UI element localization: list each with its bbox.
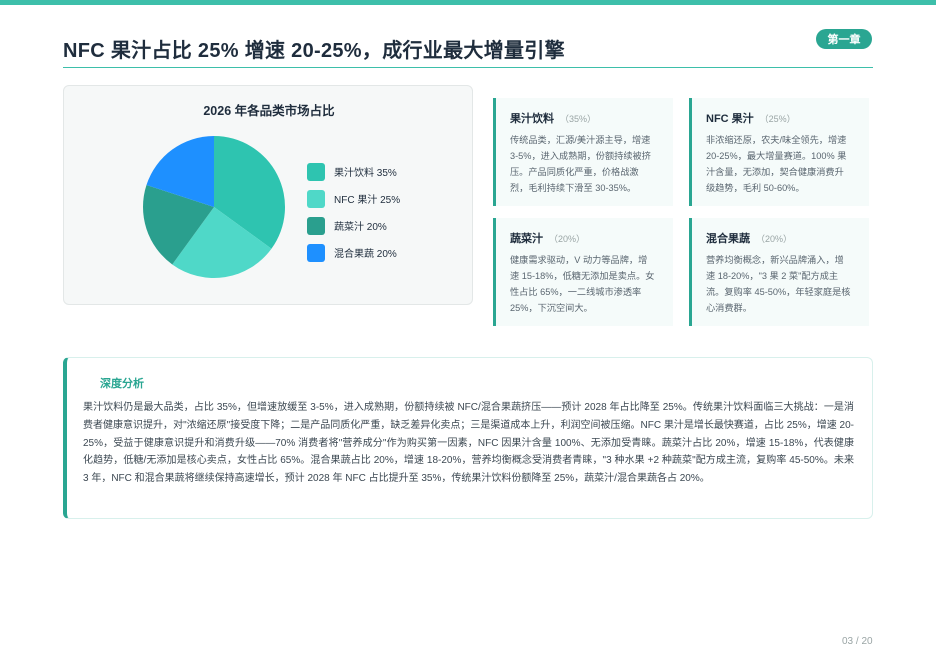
category-share: （35%） xyxy=(560,114,597,124)
desc-line: 20-25%，最大增量赛道。100% 果 xyxy=(706,151,847,161)
pie-chart xyxy=(143,136,285,278)
title-divider xyxy=(63,67,873,68)
category-name: 混合果蔬 xyxy=(706,233,750,245)
analysis-title: 深度分析 xyxy=(100,378,144,390)
category-description: 非浓缩还原，农夫/味全领先，增速 20-25%，最大增量赛道。100% 果 汁含… xyxy=(706,132,857,196)
category-description: 营养均衡概念，新兴品牌涌入，增 速 18-20%，"3 果 2 菜"配方成主 流… xyxy=(706,252,857,316)
category-description: 健康需求驱动，V 动力等品牌，增 速 15-18%，低糖无添加是卖点。女 性占比… xyxy=(510,252,661,316)
category-share: （25%） xyxy=(759,114,796,124)
desc-line: 速 18-20%，"3 果 2 菜"配方成主 xyxy=(706,271,839,281)
category-name: 蔬菜汁 xyxy=(510,233,543,245)
desc-line: 健康需求驱动，V 动力等品牌，增 xyxy=(510,255,648,265)
desc-line: 汁含量，无添加，契合健康消费升 xyxy=(706,167,844,177)
legend-swatch xyxy=(307,189,325,208)
category-name: 果汁饮料 xyxy=(510,113,554,125)
chart-legend: 果汁饮料 35% NFC 果汁 25% 蔬菜汁 20% 混合果蔬 20% xyxy=(307,158,400,266)
category-share: （20%） xyxy=(756,234,793,244)
legend-item: NFC 果汁 25% xyxy=(307,185,400,212)
desc-line: 传统品类，汇源/美汁源主导，增速 xyxy=(510,135,651,145)
category-card-vegetable-juice: 蔬菜汁 （20%） 健康需求驱动，V 动力等品牌，增 速 15-18%，低糖无添… xyxy=(493,218,673,326)
desc-line: 营养均衡概念，新兴品牌涌入，增 xyxy=(706,255,844,265)
legend-item: 果汁饮料 35% xyxy=(307,158,400,185)
chapter-badge: 第一章 xyxy=(816,29,872,49)
desc-line: 性占比 65%，一二线城市渗透率 xyxy=(510,287,642,297)
desc-line: 心消费群。 xyxy=(706,303,752,313)
desc-line: 非浓缩还原，农夫/味全领先，增速 xyxy=(706,135,847,145)
desc-line: 级趋势，毛利 50-60%。 xyxy=(706,183,805,193)
category-share: （20%） xyxy=(549,234,586,244)
desc-line: 25%，下沉空间大。 xyxy=(510,303,593,313)
top-accent-bar xyxy=(0,0,936,5)
category-card-mixed-fruit-veg: 混合果蔬 （20%） 营养均衡概念，新兴品牌涌入，增 速 18-20%，"3 果… xyxy=(689,218,869,326)
desc-line: 压。产品同质化严重，价格战激 xyxy=(510,167,639,177)
legend-label: 混合果蔬 20% xyxy=(334,249,397,260)
legend-item: 蔬菜汁 20% xyxy=(307,212,400,239)
desc-line: 流。复购率 45-50%，年轻家庭是核 xyxy=(706,287,851,297)
desc-line: 速 15-18%，低糖无添加是卖点。女 xyxy=(510,271,655,281)
analysis-body: 果汁饮料仍是最大品类，占比 35%，但增速放缓至 3-5%，进入成熟期，份额持续… xyxy=(83,402,854,485)
legend-label: 蔬菜汁 20% xyxy=(334,222,387,233)
category-name: NFC 果汁 xyxy=(706,113,754,125)
category-description: 传统品类，汇源/美汁源主导，增速 3-5%，进入成熟期，份额持续被挤 压。产品同… xyxy=(510,132,661,196)
desc-line: 3-5%，进入成熟期，份额持续被挤 xyxy=(510,151,651,161)
deep-analysis-panel: 深度分析 果汁饮料仍是最大品类，占比 35%，但增速放缓至 3-5%，进入成熟期… xyxy=(63,357,873,519)
legend-item: 混合果蔬 20% xyxy=(307,239,400,266)
desc-line: 烈，毛利持续下滑至 30-35%。 xyxy=(510,183,637,193)
category-card-juice-drink: 果汁饮料 （35%） 传统品类，汇源/美汁源主导，增速 3-5%，进入成熟期，份… xyxy=(493,98,673,206)
legend-swatch xyxy=(307,162,325,181)
chart-card: 2026 年各品类市场占比 果汁饮料 35% NFC 果汁 25% 蔬菜汁 20% 混… xyxy=(63,85,473,305)
legend-swatch xyxy=(307,216,325,235)
page-number: 03 / 20 xyxy=(842,636,873,647)
page-title: NFC 果汁占比 25% 增速 20-25%，成行业最大增量引擎 xyxy=(63,40,565,62)
category-card-nfc-juice: NFC 果汁 （25%） 非浓缩还原，农夫/味全领先，增速 20-25%，最大增… xyxy=(689,98,869,206)
legend-label: 果汁饮料 35% xyxy=(334,168,397,179)
legend-label: NFC 果汁 25% xyxy=(334,195,401,206)
legend-swatch xyxy=(307,243,325,262)
